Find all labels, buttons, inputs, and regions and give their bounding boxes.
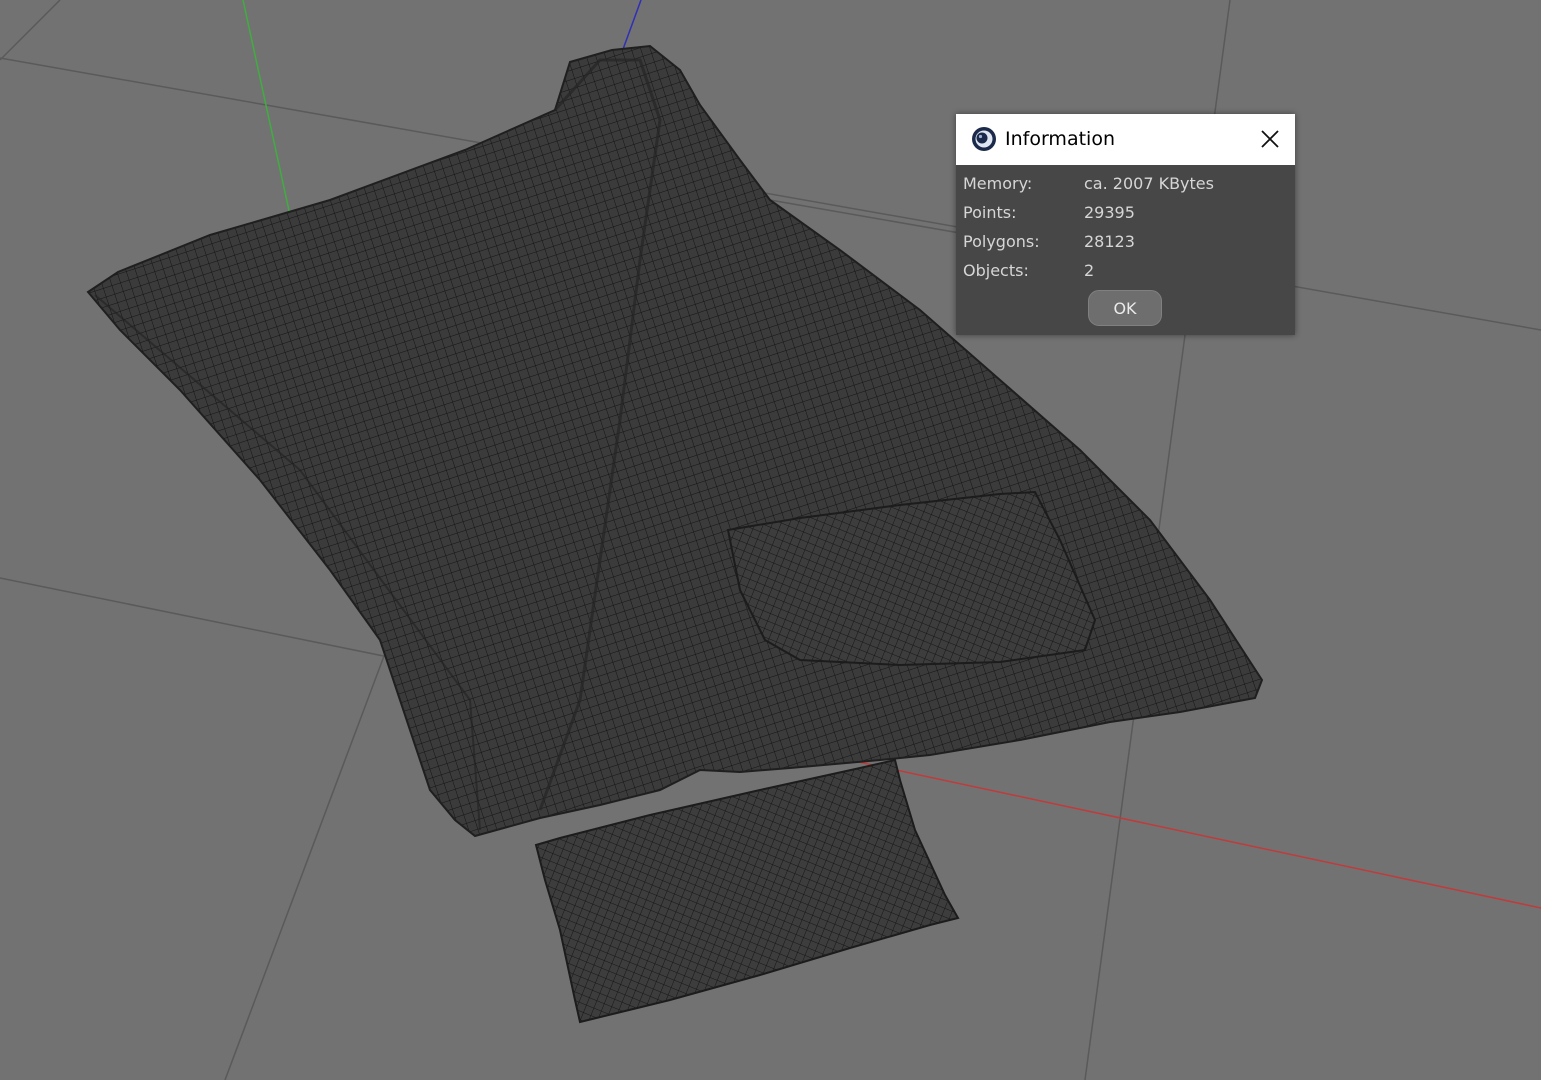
dialog-titlebar[interactable]: Information [956,114,1295,165]
ok-button[interactable]: OK [1088,290,1162,326]
info-table: Memory: ca. 2007 KBytes Points: 29395 Po… [963,173,1283,289]
memory-value: ca. 2007 KBytes [1084,174,1214,193]
info-row-objects: Objects: 2 [963,260,1283,289]
close-button[interactable] [1253,122,1287,156]
cinema4d-logo-icon [971,126,997,152]
memory-label: Memory: [963,174,1033,193]
axis-x [839,757,1541,909]
objects-label: Objects: [963,261,1029,280]
info-row-memory: Memory: ca. 2007 KBytes [963,173,1283,202]
polygons-label: Polygons: [963,232,1040,251]
points-value: 29395 [1084,203,1135,222]
polygons-value: 28123 [1084,232,1135,251]
info-row-points: Points: 29395 [963,202,1283,231]
info-row-polygons: Polygons: 28123 [963,231,1283,260]
3d-viewport[interactable] [0,0,1541,1080]
information-dialog: Information Memory: ca. 2007 KBytes Poin… [956,114,1295,335]
axis-z [621,0,642,53]
dialog-title: Information [1005,128,1115,150]
close-icon [1261,130,1279,148]
points-label: Points: [963,203,1017,222]
objects-value: 2 [1084,261,1095,280]
